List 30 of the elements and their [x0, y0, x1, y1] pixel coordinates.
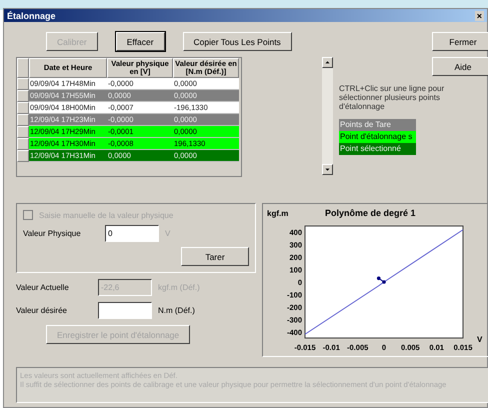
- legend-item: Point sélectionné: [339, 143, 416, 155]
- row-header[interactable]: [17, 90, 29, 102]
- scroll-down-button[interactable]: [322, 164, 333, 175]
- chart-title: Polynôme de degré 1: [325, 208, 416, 218]
- scrollbar[interactable]: [322, 57, 333, 175]
- toolbar-button[interactable]: Effacer: [116, 32, 165, 51]
- legend-item: Point d'étalonnage s: [339, 131, 416, 143]
- axis-label: V: [477, 335, 482, 344]
- help-button[interactable]: Aide: [432, 57, 488, 76]
- hint-text: CTRL+Clic sur une ligne pour sélectionner plusieurs points d'étalonnage: [339, 84, 446, 111]
- legend-item: Points de Tare: [339, 119, 416, 131]
- toolbar-button[interactable]: Copier Tous Les Points: [182, 32, 292, 51]
- row-header[interactable]: [17, 114, 29, 126]
- row-header[interactable]: [17, 150, 29, 162]
- close-button[interactable]: ×: [474, 10, 484, 20]
- unit-label: N.m (Déf.): [158, 306, 195, 315]
- field-label: Valeur Physique: [23, 229, 82, 238]
- row-header[interactable]: [17, 138, 29, 150]
- row-header[interactable]: [17, 126, 29, 138]
- row-header[interactable]: [17, 78, 29, 90]
- close-button[interactable]: Fermer: [432, 32, 488, 51]
- field-label: Valeur désirée: [16, 306, 68, 315]
- window-title: Étalonnage: [7, 10, 56, 20]
- input-field[interactable]: [98, 302, 152, 319]
- axis-label: kgf.m: [267, 209, 288, 218]
- input-field[interactable]: 0: [105, 225, 159, 242]
- field-label: Valeur Actuelle: [16, 283, 70, 292]
- scroll-up-button[interactable]: [322, 57, 333, 68]
- tare-button[interactable]: Tarer: [181, 247, 249, 266]
- row-header[interactable]: [17, 102, 29, 114]
